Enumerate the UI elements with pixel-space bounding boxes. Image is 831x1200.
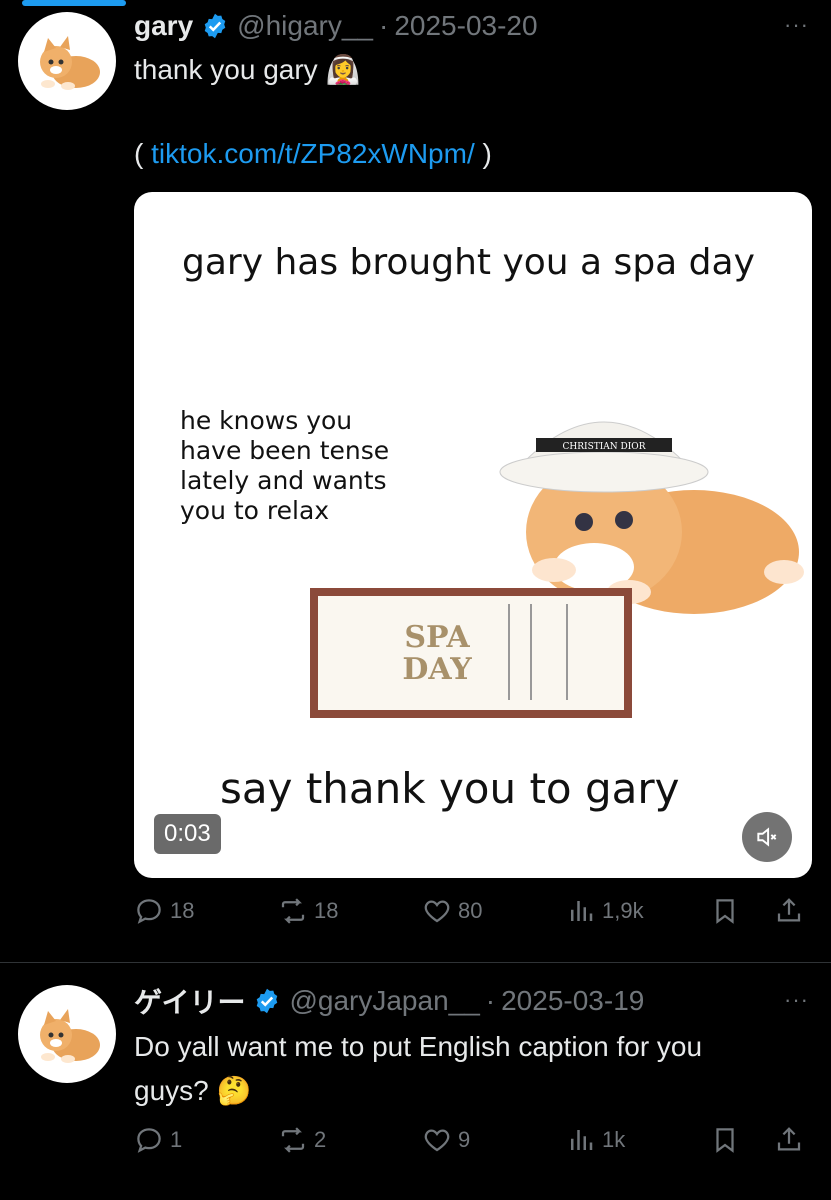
repost-button[interactable]: 18 [278, 896, 338, 926]
bookmark-button[interactable] [710, 896, 746, 926]
speaker-muted-icon [757, 827, 777, 847]
repost-icon [281, 898, 305, 924]
tweet-date[interactable]: 2025-03-20 [394, 10, 537, 42]
share-icon [777, 898, 801, 922]
reply-count: 18 [170, 898, 195, 923]
tweet-actions: 18 18 80 1,9k [134, 896, 814, 936]
share-button[interactable] [774, 896, 810, 926]
avatar[interactable] [18, 12, 116, 110]
tweet-text-content: thank you gary [134, 54, 318, 85]
video-duration: 0:03 [154, 814, 221, 854]
meme-body-line: have been tense [180, 436, 390, 465]
share-icon [777, 1127, 801, 1151]
reply-button[interactable]: 1 [134, 1125, 182, 1155]
mute-button[interactable] [742, 812, 792, 862]
bookmark-button[interactable] [710, 1125, 746, 1155]
tweet-text-word: guys? [134, 1075, 209, 1106]
bookmark-icon [716, 899, 734, 924]
display-name[interactable]: ゲイリー [134, 981, 245, 1021]
handle[interactable]: @garyJapan__ [289, 985, 479, 1017]
link-line: ( tiktok.com/t/ZP82xWNpm/ ) [134, 132, 492, 176]
heart-icon [424, 900, 450, 923]
kitten-avatar-image [40, 36, 100, 90]
like-button[interactable]: 9 [422, 1125, 470, 1155]
views-button[interactable]: 1k [566, 1125, 625, 1155]
tiktok-link[interactable]: tiktok.com/t/ZP82xWNpm/ [151, 138, 475, 169]
repost-button[interactable]: 2 [278, 1125, 326, 1155]
bookmark-icon [716, 1128, 734, 1153]
like-button[interactable]: 80 [422, 896, 482, 926]
meme-footer: say thank you to gary [220, 764, 680, 813]
like-count: 9 [458, 1127, 471, 1152]
meme-headline: gary has brought you a spa day [182, 242, 755, 283]
tweet-text: thank you gary 👰‍♀️ [134, 48, 360, 92]
meme-body: he knows you have been tense lately and … [180, 406, 389, 526]
link-close-paren: ) [482, 138, 492, 169]
more-options-button[interactable]: ··· [784, 12, 809, 38]
meme-body-line: lately and wants [180, 466, 387, 495]
spa-ticket: SPA DAY [310, 588, 632, 718]
tweet-2[interactable]: ゲイリー @garyJapan__ · 2025-03-19 ··· Do ya… [0, 963, 831, 1200]
tweet-text-line-2: guys? 🤔 [134, 1069, 702, 1113]
reply-button[interactable]: 18 [134, 896, 194, 926]
separator: · [485, 985, 496, 1016]
reply-icon [137, 1128, 161, 1153]
bride-emoji: 👰‍♀️ [325, 54, 361, 85]
hat-label: CHRISTIAN DIOR [563, 442, 646, 452]
view-count: 1,9k [602, 898, 644, 923]
separator: · [379, 10, 389, 41]
avatar[interactable] [18, 985, 116, 1083]
heart-icon [424, 1129, 450, 1152]
share-button[interactable] [774, 1125, 810, 1155]
thinking-emoji: 🤔 [216, 1075, 252, 1106]
kitten-avatar-image [40, 1009, 100, 1063]
repost-icon [281, 1127, 305, 1153]
reply-icon [137, 899, 161, 924]
tweet-text: Do yall want me to put English caption f… [134, 1025, 702, 1113]
tweet-header: gary @higary__ · 2025-03-20 [134, 6, 538, 46]
repost-count: 2 [314, 1127, 327, 1152]
tweet-1[interactable]: gary @higary__ · 2025-03-20 ··· thank yo… [0, 0, 831, 960]
tweet-text-line: Do yall want me to put English caption f… [134, 1031, 703, 1062]
tweet-actions: 1 2 9 1k [134, 1125, 814, 1165]
like-count: 80 [458, 898, 483, 923]
meme-body-line: he knows you [180, 406, 353, 435]
view-count: 1k [602, 1127, 626, 1152]
ticket-text-spa: SPA [404, 620, 470, 655]
views-chart-icon [571, 901, 593, 921]
tweet-date[interactable]: 2025-03-19 [501, 985, 644, 1017]
video-media[interactable]: gary has brought you a spa day he knows … [134, 192, 812, 878]
reply-count: 1 [170, 1127, 183, 1152]
ticket-text-day: DAY [402, 652, 472, 687]
tweet-header: ゲイリー @garyJapan__ · 2025-03-19 [134, 981, 644, 1021]
views-button[interactable]: 1,9k [566, 896, 644, 926]
handle[interactable]: @higary__ [237, 10, 373, 42]
more-options-button[interactable]: ··· [784, 987, 809, 1013]
link-open-paren: ( [134, 138, 144, 169]
display-name[interactable]: gary [134, 10, 193, 42]
meme-body-line: you to relax [180, 496, 330, 525]
verified-badge-icon [204, 13, 226, 39]
views-chart-icon [571, 1130, 593, 1150]
repost-count: 18 [314, 898, 339, 923]
verified-badge-icon [257, 988, 278, 1014]
